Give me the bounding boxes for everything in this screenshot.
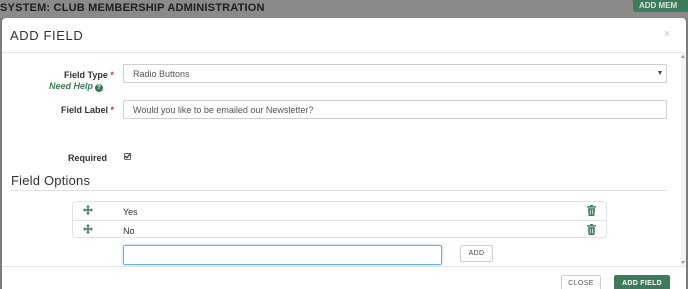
move-icon[interactable] — [83, 205, 93, 215]
add-field-button[interactable]: ADD FIELD — [614, 275, 670, 289]
field-label-label: Field Label * — [61, 105, 115, 115]
option-label: No — [123, 226, 135, 236]
modal-header: ADD FIELD × — [2, 18, 686, 53]
required-checkbox[interactable] — [124, 153, 131, 160]
need-help-link[interactable]: Need Help? — [49, 81, 104, 92]
trash-icon[interactable] — [587, 224, 596, 235]
scroll-up-icon[interactable] — [681, 55, 685, 58]
trash-icon[interactable] — [587, 205, 596, 216]
background-page-title: SYSTEM: CLUB MEMBERSHIP ADMINISTRATION — [0, 2, 265, 14]
caret-down-icon — [658, 71, 662, 75]
field-options-list: Yes No — [72, 201, 607, 238]
required-label: Required — [68, 153, 108, 163]
close-icon[interactable]: × — [664, 28, 670, 40]
required-asterisk: * — [110, 70, 114, 80]
field-option-row: Yes — [73, 202, 606, 220]
field-option-row: No — [73, 220, 606, 238]
field-type-select[interactable]: Radio Buttons — [123, 64, 667, 83]
field-options-title: Field Options — [11, 173, 91, 188]
question-circle-icon: ? — [95, 84, 104, 92]
new-option-input[interactable] — [123, 245, 442, 265]
close-button[interactable]: CLOSE — [561, 275, 601, 289]
modal-body: Field Type * Need Help? Radio Buttons Fi… — [2, 54, 681, 266]
modal-title: ADD FIELD — [10, 28, 84, 43]
add-field-modal: ADD FIELD × Field Type * Need Help? Radi… — [2, 18, 686, 289]
background-add-member-button: ADD MEM — [633, 0, 688, 12]
field-type-label: Field Type * — [64, 70, 114, 80]
field-type-selected-value: Radio Buttons — [133, 69, 190, 79]
scroll-down-icon[interactable] — [681, 261, 685, 264]
move-icon[interactable] — [83, 224, 93, 234]
option-label: Yes — [123, 207, 138, 217]
section-divider — [11, 190, 667, 191]
modal-scrollbar[interactable] — [681, 54, 686, 266]
required-asterisk: * — [110, 105, 115, 115]
field-label-input[interactable] — [123, 100, 667, 119]
add-option-button[interactable]: ADD — [460, 245, 493, 262]
modal-footer: CLOSE ADD FIELD — [2, 266, 686, 289]
